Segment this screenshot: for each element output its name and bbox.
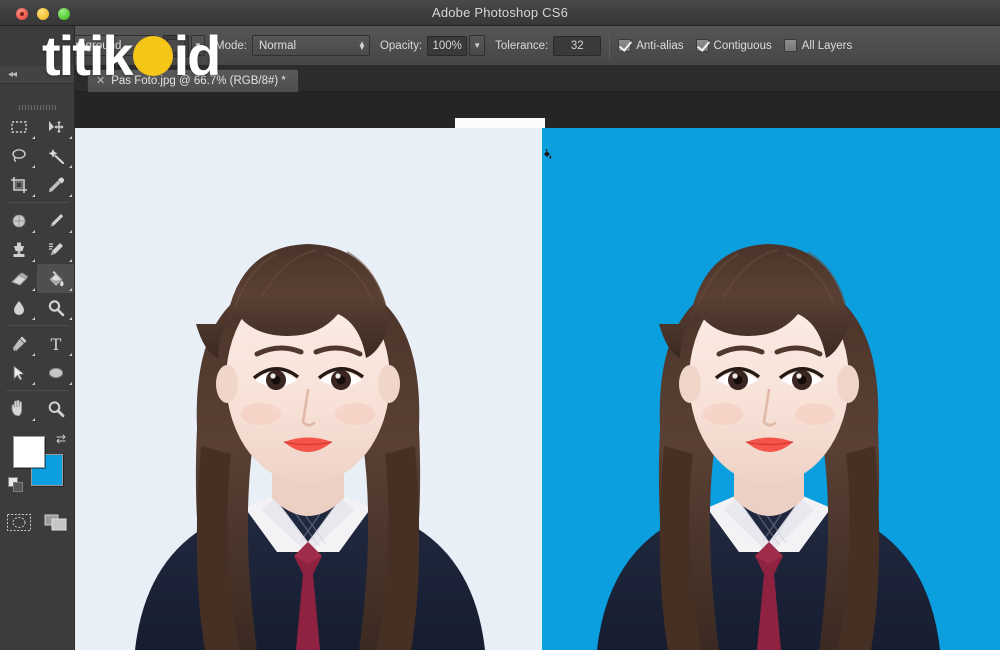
history-brush-tool[interactable] <box>37 235 74 264</box>
options-divider <box>609 34 610 58</box>
options-bar: Foreground ▲▼ ▼ Mode: Normal ▲▼ Opacity:… <box>0 26 1000 66</box>
edited-photo-render <box>542 128 1000 650</box>
mode-value: Normal <box>259 40 296 52</box>
type-tool[interactable]: T <box>37 329 74 358</box>
chevron-updown-icon: ▲▼ <box>358 42 366 50</box>
edited-photo[interactable] <box>542 128 1000 650</box>
tolerance-value: 32 <box>571 40 584 52</box>
magic-wand-tool[interactable] <box>37 141 74 170</box>
clone-stamp-tool[interactable] <box>0 235 37 264</box>
tolerance-label: Tolerance: <box>495 40 548 52</box>
anti-alias-checkbox[interactable] <box>618 39 631 52</box>
document-tab-title: Pas Foto.jpg @ 66.7% (RGB/8#) * <box>111 75 286 87</box>
svg-text:T: T <box>50 335 61 354</box>
tool-group-divider <box>6 325 69 326</box>
collapse-panel-icon[interactable]: ◂◂ <box>8 69 16 80</box>
tool-grid: T <box>0 112 75 423</box>
eyedropper-tool[interactable] <box>37 170 74 199</box>
close-icon[interactable]: ✕ <box>96 76 105 87</box>
swap-colors-icon[interactable]: ⇄ <box>56 432 66 446</box>
crop-tool[interactable] <box>0 170 37 199</box>
anti-alias-label: Anti-alias <box>636 40 683 52</box>
pattern-swatch[interactable] <box>163 35 189 57</box>
original-photo-render <box>75 128 542 650</box>
dodge-tool[interactable] <box>37 293 74 322</box>
document-tab[interactable]: ✕ Pas Foto.jpg @ 66.7% (RGB/8#) * <box>87 69 299 92</box>
tolerance-input[interactable]: 32 <box>553 36 601 56</box>
tools-panel: ◂◂ <box>0 26 75 650</box>
tools-panel-header: ◂◂ <box>0 66 74 84</box>
canvas-top-strip <box>455 118 545 128</box>
tools-panel-grip[interactable] <box>0 102 75 112</box>
path-selection-tool[interactable] <box>0 358 37 387</box>
mode-select[interactable]: Normal ▲▼ <box>252 35 370 56</box>
opacity-value: 100% <box>432 40 461 52</box>
lasso-tool[interactable] <box>0 141 37 170</box>
pen-tool[interactable] <box>0 329 37 358</box>
window-controls <box>16 8 70 20</box>
photoshop-window: Adobe Photoshop CS6 Foreground ▲▼ <box>0 0 1000 650</box>
minimize-button[interactable] <box>37 8 49 20</box>
opacity-dropdown-toggle[interactable]: ▼ <box>469 35 485 56</box>
tool-group-divider <box>6 202 69 203</box>
opacity-input[interactable]: 100% <box>427 36 467 56</box>
chevron-down-icon: ▼ <box>194 44 202 48</box>
all-layers-checkbox[interactable] <box>784 39 797 52</box>
eraser-tool[interactable] <box>0 264 37 293</box>
opacity-label: Opacity: <box>380 40 422 52</box>
blur-tool[interactable] <box>0 293 37 322</box>
mode-label: Mode: <box>215 40 247 52</box>
ellipse-shape-tool[interactable] <box>37 358 74 387</box>
paint-bucket-cursor-icon <box>543 148 553 162</box>
pattern-picker-toggle[interactable]: ▼ <box>191 35 205 56</box>
paint-bucket-tool[interactable] <box>37 264 74 293</box>
default-colors-icon[interactable] <box>8 477 24 498</box>
canvas-area[interactable] <box>75 92 1000 650</box>
color-swatches: ⇄ <box>0 428 75 502</box>
foreground-color-swatch[interactable] <box>13 436 45 468</box>
zoom-button[interactable] <box>58 8 70 20</box>
all-layers-label: All Layers <box>802 40 853 52</box>
original-photo[interactable] <box>75 128 542 650</box>
contiguous-checkbox[interactable] <box>696 39 709 52</box>
contiguous-label: Contiguous <box>714 40 772 52</box>
mode-buttons <box>0 508 75 536</box>
hand-tool[interactable] <box>0 394 37 423</box>
close-button[interactable] <box>16 8 28 20</box>
chevron-updown-icon: ▲▼ <box>143 42 151 50</box>
document-tab-bar: ✕ Pas Foto.jpg @ 66.7% (RGB/8#) * <box>75 66 1000 92</box>
chevron-down-icon: ▼ <box>473 44 481 48</box>
spot-healing-brush-tool[interactable] <box>0 206 37 235</box>
image-canvas[interactable] <box>75 128 1000 650</box>
brush-tool[interactable] <box>37 206 74 235</box>
title-bar: Adobe Photoshop CS6 <box>0 0 1000 26</box>
screen-mode-button[interactable] <box>37 508 74 536</box>
window-title: Adobe Photoshop CS6 <box>0 0 1000 26</box>
zoom-tool[interactable] <box>37 394 74 423</box>
tool-group-divider <box>6 390 69 391</box>
move-tool[interactable] <box>37 112 74 141</box>
rectangular-marquee-tool[interactable] <box>0 112 37 141</box>
quick-mask-button[interactable] <box>0 508 37 536</box>
